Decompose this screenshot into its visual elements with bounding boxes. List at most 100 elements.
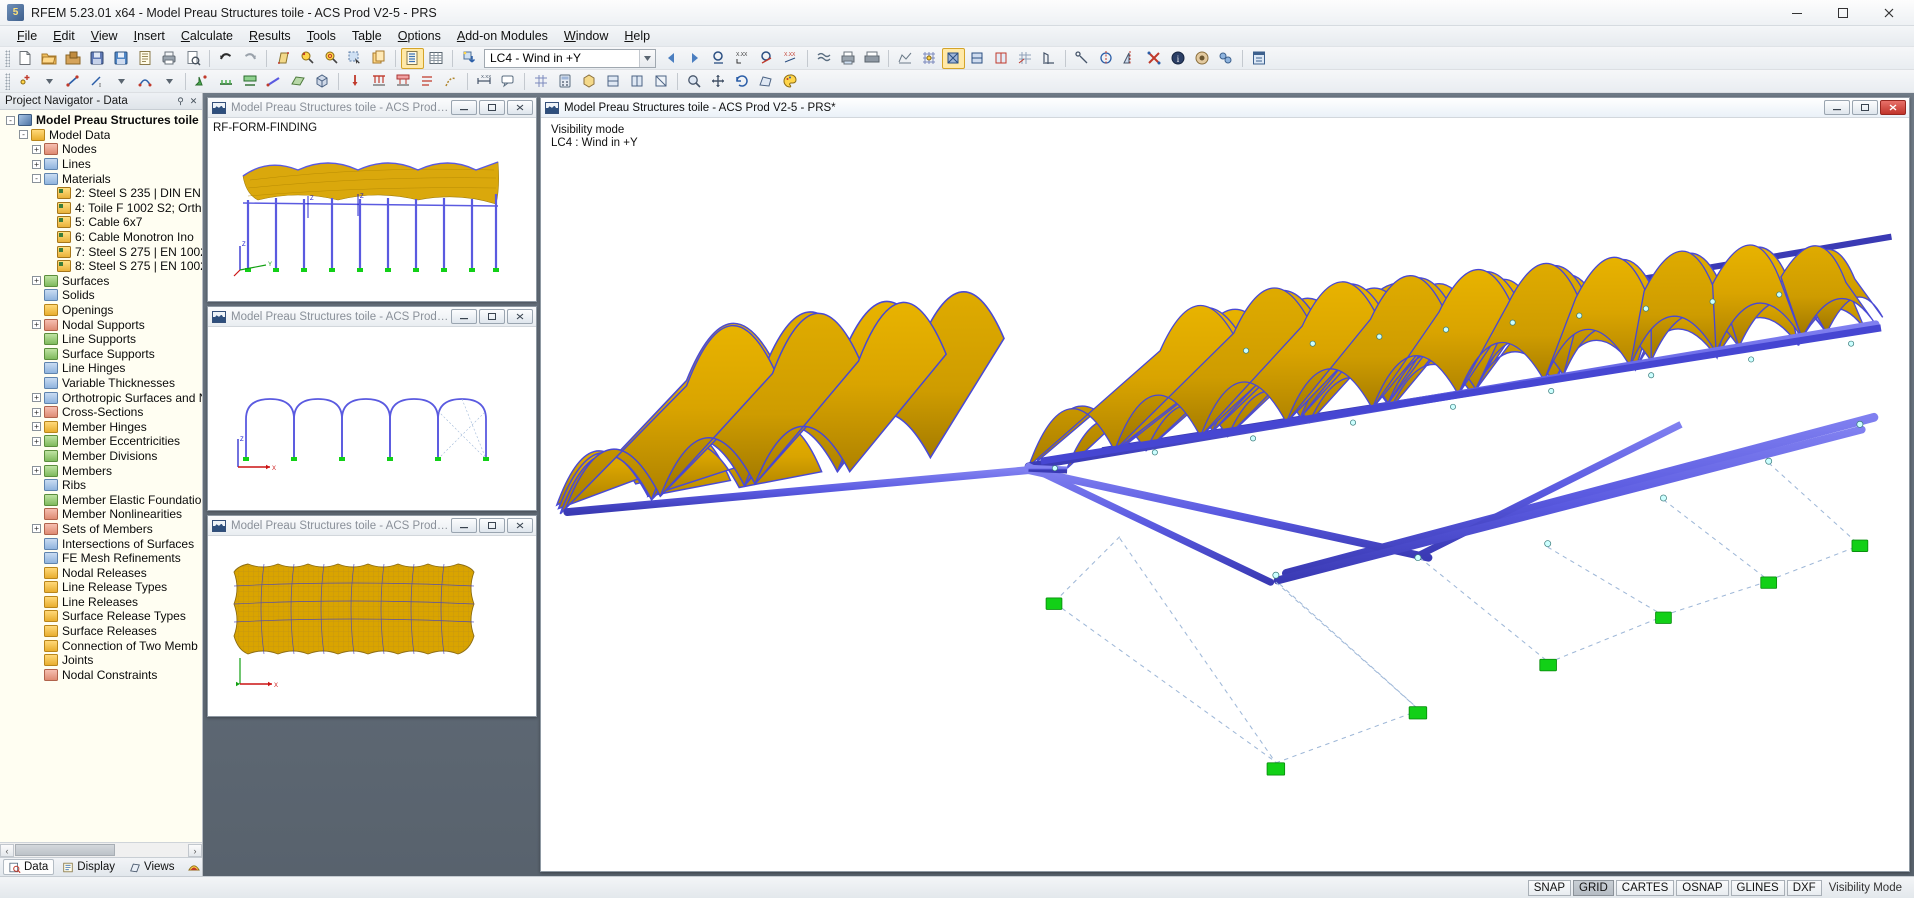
insert-support-icon[interactable] bbox=[191, 71, 214, 92]
color-icon[interactable] bbox=[779, 71, 802, 92]
line-dropdown-icon[interactable] bbox=[110, 71, 133, 92]
tree-item[interactable]: Surface Release Types bbox=[2, 609, 202, 624]
mdi-canvas-1[interactable]: RF-FORM-FINDING Z Y Z Z bbox=[208, 118, 536, 301]
mesh-icon[interactable] bbox=[894, 48, 917, 69]
insert-solid-icon[interactable] bbox=[311, 71, 334, 92]
tree-item[interactable]: + Nodal Supports bbox=[2, 317, 202, 332]
visibility-set-icon[interactable] bbox=[990, 48, 1013, 69]
mdi-canvas-3[interactable]: X bbox=[208, 536, 536, 716]
printer-report-icon[interactable] bbox=[837, 48, 860, 69]
select-icon[interactable] bbox=[344, 48, 367, 69]
tree-item[interactable]: - Model Data bbox=[2, 128, 202, 143]
view-xz-icon[interactable] bbox=[626, 71, 649, 92]
next-load-case-icon[interactable] bbox=[684, 48, 707, 69]
expand-icon[interactable]: + bbox=[32, 422, 41, 432]
menu-results[interactable]: Results bbox=[241, 27, 299, 46]
expand-icon[interactable]: + bbox=[32, 159, 41, 169]
mdi-window-3d-view[interactable]: Model Preau Structures toile - ACS Prod … bbox=[540, 97, 1910, 872]
chevron-down-icon[interactable] bbox=[639, 49, 655, 67]
perspective-icon[interactable] bbox=[755, 71, 778, 92]
insert-line-support-icon[interactable] bbox=[215, 71, 238, 92]
open-file-icon[interactable] bbox=[38, 48, 61, 69]
mdi2-minimize-button[interactable] bbox=[451, 309, 477, 324]
result-table-icon[interactable] bbox=[425, 48, 448, 69]
tree-item[interactable]: Line Releases bbox=[2, 595, 202, 610]
scroll-thumb[interactable] bbox=[15, 844, 115, 856]
minimize-button[interactable] bbox=[1774, 0, 1820, 26]
dimension-icon[interactable]: X.XX bbox=[473, 71, 496, 92]
arc-dropdown-icon[interactable] bbox=[158, 71, 181, 92]
mdi-window-plan-mesh[interactable]: Model Preau Structures toile - ACS Prod … bbox=[207, 515, 537, 717]
collapse-icon[interactable]: - bbox=[32, 174, 41, 184]
collapse-icon[interactable]: - bbox=[19, 130, 28, 140]
wind-icon[interactable] bbox=[813, 48, 836, 69]
measure-icon[interactable] bbox=[1071, 48, 1094, 69]
tree-item[interactable]: 4: Toile F 1002 S2; Orth bbox=[2, 201, 202, 216]
tree-item[interactable]: + Member Hinges bbox=[2, 419, 202, 434]
status-cartes-button[interactable]: CARTES bbox=[1615, 879, 1675, 896]
menu-edit[interactable]: Edit bbox=[45, 27, 83, 46]
info-icon[interactable]: i bbox=[1167, 48, 1190, 69]
mesh-generate-icon[interactable] bbox=[530, 71, 553, 92]
tree-item[interactable]: FE Mesh Refinements bbox=[2, 551, 202, 566]
expand-icon[interactable]: + bbox=[32, 436, 41, 446]
rendering-icon[interactable] bbox=[941, 47, 965, 69]
expand-icon[interactable]: + bbox=[32, 393, 41, 403]
tree-item[interactable]: Nodal Constraints bbox=[2, 668, 202, 683]
fe-mesh-icon[interactable] bbox=[918, 48, 941, 69]
mdi1-maximize-button[interactable] bbox=[479, 100, 505, 115]
mdi1-close-button[interactable] bbox=[507, 100, 533, 115]
insert-surface-load-icon[interactable] bbox=[392, 71, 415, 92]
view-iso-icon[interactable] bbox=[578, 71, 601, 92]
value-icon[interactable]: X.XX bbox=[732, 48, 755, 69]
menu-file[interactable]: File bbox=[9, 27, 45, 46]
mdi-titlebar-3[interactable]: Model Preau Structures toile - ACS Prod … bbox=[208, 516, 536, 536]
scroll-right-icon[interactable]: › bbox=[188, 843, 202, 857]
workplane-icon[interactable] bbox=[1038, 48, 1061, 69]
node-dropdown-icon[interactable] bbox=[38, 71, 61, 92]
tree-item[interactable]: Line Release Types bbox=[2, 580, 202, 595]
delete-icon[interactable] bbox=[1143, 48, 1166, 69]
tree-item[interactable]: Nodal Releases bbox=[2, 565, 202, 580]
print-icon[interactable] bbox=[158, 48, 181, 69]
tab-display[interactable]: Display bbox=[56, 859, 121, 875]
insert-line-load-icon[interactable] bbox=[368, 71, 391, 92]
zoom-selection-icon[interactable] bbox=[320, 48, 343, 69]
view-yz-icon[interactable] bbox=[650, 71, 673, 92]
tree-item[interactable]: Solids bbox=[2, 288, 202, 303]
expand-icon[interactable]: + bbox=[32, 466, 41, 476]
scroll-left-icon[interactable]: ‹ bbox=[0, 843, 14, 857]
insert-line-dim-icon[interactable]: I bbox=[86, 71, 109, 92]
mdi2-close-button[interactable] bbox=[507, 309, 533, 324]
mdi4-close-button[interactable] bbox=[1880, 100, 1906, 115]
mdi3-minimize-button[interactable] bbox=[451, 518, 477, 533]
tree-item[interactable]: - Model Preau Structures toile - A bbox=[2, 113, 202, 128]
tree-item[interactable]: + Member Eccentricities bbox=[2, 434, 202, 449]
menu-calculate[interactable]: Calculate bbox=[173, 27, 241, 46]
new-file-icon[interactable] bbox=[14, 48, 37, 69]
tree-item[interactable]: 7: Steel S 275 | EN 1002 bbox=[2, 244, 202, 259]
tree-item[interactable]: + Orthotropic Surfaces and N bbox=[2, 390, 202, 405]
tree-item[interactable]: + Lines bbox=[2, 157, 202, 172]
tree-item[interactable]: + Surfaces bbox=[2, 274, 202, 289]
tree-item[interactable]: Member Nonlinearities bbox=[2, 507, 202, 522]
result-point-icon[interactable] bbox=[756, 48, 779, 69]
open-project-icon[interactable] bbox=[62, 48, 85, 69]
zoom-node-icon[interactable] bbox=[296, 48, 319, 69]
mdi4-maximize-button[interactable] bbox=[1852, 100, 1878, 115]
close-button[interactable] bbox=[1866, 0, 1912, 26]
module-icon[interactable] bbox=[1248, 48, 1271, 69]
tree-item[interactable]: Surface Supports bbox=[2, 347, 202, 362]
navigator-hscrollbar[interactable]: ‹ › bbox=[0, 842, 202, 857]
deformation-icon[interactable] bbox=[708, 48, 731, 69]
save-as-icon[interactable] bbox=[86, 48, 109, 69]
menu-table[interactable]: Table bbox=[344, 27, 390, 46]
navigator-close-icon[interactable]: ✕ bbox=[188, 96, 199, 107]
tab-data[interactable]: Data bbox=[3, 859, 55, 875]
axis-icon[interactable] bbox=[1095, 48, 1118, 69]
status-dxf-button[interactable]: DXF bbox=[1786, 879, 1822, 896]
tree-item[interactable]: + Cross-Sections bbox=[2, 405, 202, 420]
status-snap-button[interactable]: SNAP bbox=[1527, 879, 1572, 896]
new-load-case-icon[interactable] bbox=[458, 48, 481, 69]
insert-surface-support-icon[interactable] bbox=[239, 71, 262, 92]
